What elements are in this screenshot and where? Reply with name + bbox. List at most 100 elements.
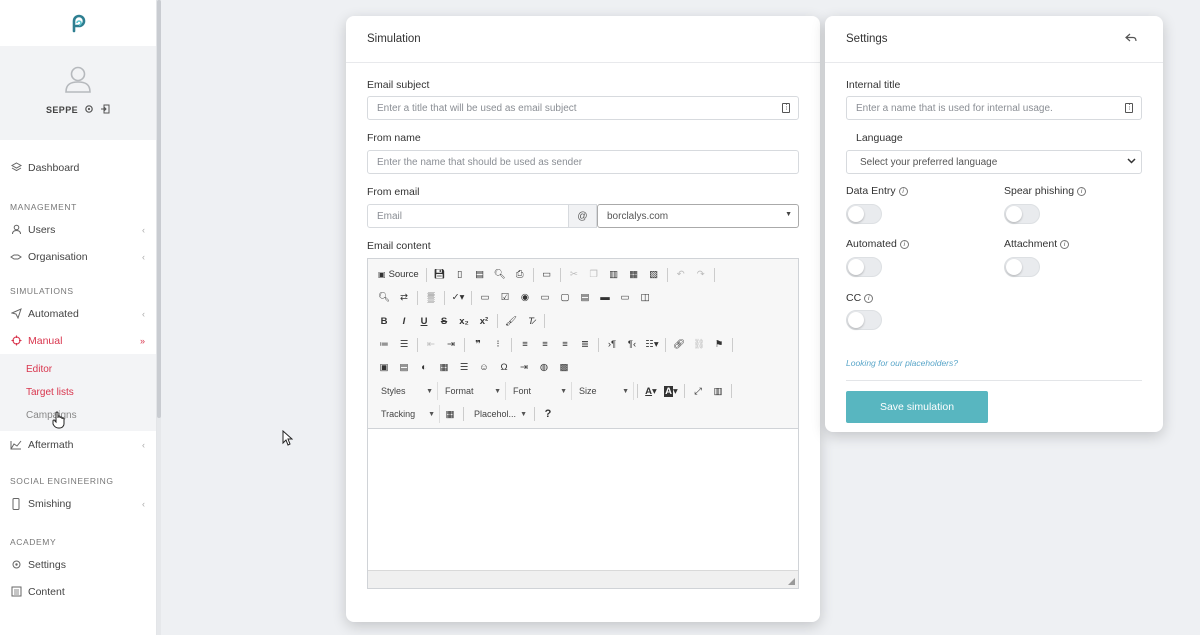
attachment-toggle[interactable] (1004, 257, 1040, 277)
find-icon[interactable]: 🔍︎ (374, 289, 394, 307)
sidebar-scrollbar[interactable] (157, 0, 161, 635)
strike-icon[interactable]: S (434, 312, 454, 330)
indent-icon[interactable]: ⇥ (441, 336, 461, 354)
table-icon[interactable]: ▦ (434, 359, 454, 377)
div-icon[interactable]: ⁝ (488, 336, 508, 354)
internal-title-input[interactable]: Enter a name that is used for internal u… (846, 96, 1142, 120)
info-icon[interactable]: i (899, 240, 909, 249)
new-page-icon[interactable]: ▯ (450, 266, 470, 284)
help-icon[interactable]: ? (538, 405, 558, 423)
align-left-icon[interactable]: ≡ (515, 336, 535, 354)
language-select[interactable]: Select your preferred language (846, 150, 1142, 174)
iframe-icon[interactable]: ◍ (534, 359, 554, 377)
info-icon[interactable]: i (864, 294, 874, 303)
hidden-field-icon[interactable]: ◫ (635, 289, 655, 307)
field-menu-icon[interactable]: ⋮ (782, 103, 790, 113)
copy-format-icon[interactable]: 🖌︎ (501, 312, 521, 330)
info-icon[interactable]: i (898, 187, 908, 196)
styles-dropdown[interactable]: Styles ▼ (374, 382, 438, 401)
bg-color-icon[interactable]: A ▾ (661, 382, 681, 400)
media-icon[interactable]: ◐ (414, 359, 434, 377)
justify-icon[interactable]: ≣ (575, 336, 595, 354)
unlink-icon[interactable]: ⛓ (689, 336, 709, 354)
sidebar-item-aftermath[interactable]: Aftermath ‹ (0, 431, 156, 458)
language-icon[interactable]: ☷▾ (642, 336, 662, 354)
cc-toggle[interactable] (846, 310, 882, 330)
submenu-item-campaigns[interactable]: Campaigns (26, 404, 156, 427)
maximize-icon[interactable]: ⤢ (688, 382, 708, 400)
automated-toggle[interactable] (846, 257, 882, 277)
placeholder-insert-icon[interactable]: ▦ (440, 405, 460, 423)
button-field-icon[interactable]: ▬ (595, 289, 615, 307)
email-subject-input[interactable]: Enter a title that will be used as email… (367, 96, 799, 120)
collapse-icon[interactable] (1125, 33, 1137, 46)
form-icon[interactable]: ▭ (475, 289, 495, 307)
field-menu-icon[interactable]: ⋮ (1125, 103, 1133, 113)
select-field-icon[interactable]: ▤ (575, 289, 595, 307)
flash-icon[interactable]: ▤ (394, 359, 414, 377)
templates-icon[interactable]: ▤ (470, 266, 490, 284)
save-simulation-button[interactable]: Save simulation (846, 391, 988, 423)
placeholders-dropdown[interactable]: Placehol... ▼ (467, 405, 531, 423)
text-field-icon[interactable]: ▭ (535, 289, 555, 307)
font-dropdown[interactable]: Font ▼ (506, 382, 572, 401)
subscript-icon[interactable]: x₂ (454, 312, 474, 330)
size-dropdown[interactable]: Size ▼ (572, 382, 634, 401)
sidebar-item-manual[interactable]: Manual » (0, 327, 156, 354)
outdent-icon[interactable]: ⇤ (421, 336, 441, 354)
editor-content-area[interactable] (368, 429, 798, 570)
superscript-icon[interactable]: x² (474, 312, 494, 330)
align-center-icon[interactable]: ≡ (535, 336, 555, 354)
scrollbar-thumb[interactable] (157, 0, 161, 418)
smiley-icon[interactable]: ☺ (474, 359, 494, 377)
anchor-icon[interactable]: ⚑ (709, 336, 729, 354)
numbered-list-icon[interactable]: ≔ (374, 336, 394, 354)
sidebar-item-users[interactable]: Users ‹ (0, 216, 156, 243)
rtl-icon[interactable]: ¶‹ (622, 336, 642, 354)
italic-icon[interactable]: I (394, 312, 414, 330)
undo-icon[interactable]: ↶ (671, 266, 691, 284)
underline-icon[interactable]: U (414, 312, 434, 330)
submenu-item-target-lists[interactable]: Target lists (26, 381, 156, 404)
sidebar-item-settings[interactable]: Settings (0, 551, 156, 578)
format-dropdown[interactable]: Format ▼ (438, 382, 506, 401)
bold-icon[interactable]: B (374, 312, 394, 330)
radio-icon[interactable]: ◉ (515, 289, 535, 307)
data-entry-toggle[interactable] (846, 204, 882, 224)
resize-grip-icon[interactable] (788, 578, 795, 585)
save-icon[interactable]: 💾︎ (430, 266, 450, 284)
checkbox-icon[interactable]: ☑ (495, 289, 515, 307)
ltr-icon[interactable]: ›¶ (602, 336, 622, 354)
image-icon[interactable]: ▣ (374, 359, 394, 377)
paste-text-icon[interactable]: ▦ (624, 266, 644, 284)
logout-icon[interactable] (100, 104, 110, 116)
cut-icon[interactable]: ✂ (564, 266, 584, 284)
info-icon[interactable]: i (1077, 187, 1087, 196)
replace-icon[interactable]: ⇄ (394, 289, 414, 307)
page-break-icon[interactable]: ⇥ (514, 359, 534, 377)
textarea-icon[interactable]: ▢ (555, 289, 575, 307)
paste-word-icon[interactable]: ▧ (644, 266, 664, 284)
remove-format-icon[interactable]: T̷ (521, 312, 541, 330)
sidebar-item-dashboard[interactable]: Dashboard (0, 154, 156, 181)
tracking-dropdown[interactable]: Tracking ▼ (374, 405, 440, 424)
info-icon[interactable]: i (1060, 240, 1070, 249)
redo-icon[interactable]: ↷ (691, 266, 711, 284)
text-color-icon[interactable]: A ▾ (641, 382, 661, 400)
document-icon[interactable]: ▭ (537, 266, 557, 284)
align-right-icon[interactable]: ≡ (555, 336, 575, 354)
submenu-item-editor[interactable]: Editor (26, 358, 156, 381)
source-button[interactable]: ▣ Source (374, 266, 423, 284)
sidebar-item-organisation[interactable]: Organisation ‹ (0, 243, 156, 270)
sidebar-item-content[interactable]: Content (0, 578, 156, 605)
horizontal-line-icon[interactable]: ☰ (454, 359, 474, 377)
picture-icon[interactable]: ▩ (554, 359, 574, 377)
sidebar-item-automated[interactable]: Automated ‹ (0, 300, 156, 327)
domain-select[interactable]: borclalys.com ▼ (597, 204, 799, 228)
show-blocks-icon[interactable]: ▥ (708, 382, 728, 400)
select-all-icon[interactable]: ▒ (421, 289, 441, 307)
gear-icon[interactable] (84, 104, 94, 116)
blockquote-icon[interactable]: ❞ (468, 336, 488, 354)
placeholders-link[interactable]: Looking for our placeholders? (846, 358, 958, 368)
spellcheck-icon[interactable]: ✓▾ (448, 289, 468, 307)
